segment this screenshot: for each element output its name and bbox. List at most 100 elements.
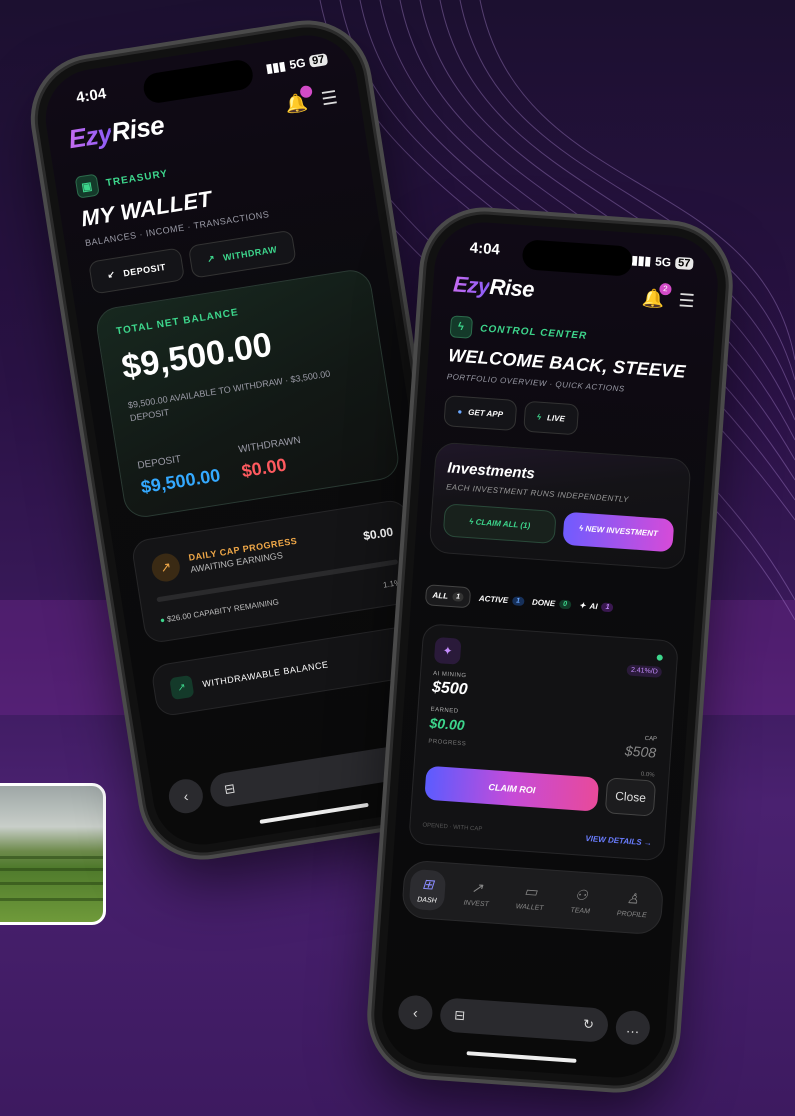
cap-label: CAP — [644, 735, 658, 743]
tab-label: WALLET — [515, 903, 544, 913]
home-indicator — [466, 1051, 577, 1063]
deposit-label: DEPOSIT — [122, 261, 167, 278]
filter-ai[interactable]: ✦ AI 1 — [578, 600, 614, 613]
new-investment-label: NEW INVESTMENT — [585, 524, 659, 539]
url-bar[interactable]: ⊟ ↻ — [439, 997, 610, 1043]
investment-filters: ALL 1 ACTIVE 1 DONE 0 ✦ AI 1 — [424, 584, 682, 623]
arrow-down-left-icon: ↙ — [106, 268, 117, 281]
battery-level: 97 — [308, 52, 329, 68]
cap-value: $508 — [624, 742, 657, 761]
cap-remaining: $26.00 CAPABITY REMAINING — [166, 597, 280, 624]
user-icon: ♙ — [626, 889, 640, 907]
menu-icon[interactable]: ☰ — [678, 290, 695, 312]
tab-team[interactable]: ⚇ TEAM — [562, 880, 600, 922]
tab-dash[interactable]: ⊞ DASH — [408, 868, 447, 912]
claim-all-button[interactable]: ϟ CLAIM ALL (1) — [442, 503, 557, 545]
grid-icon: ⊞ — [421, 875, 435, 893]
withdraw-button[interactable]: ↗ WITHDRAW — [187, 229, 297, 279]
tabs-icon: ⊟ — [453, 1007, 466, 1023]
cap-amount: $0.00 — [362, 524, 395, 544]
status-time: 4:04 — [469, 239, 501, 259]
new-investment-button[interactable]: ϟ NEW INVESTMENT — [562, 511, 675, 553]
claim-roi-button[interactable]: CLAIM ROI — [424, 765, 600, 812]
filter-active[interactable]: ACTIVE 1 — [478, 593, 525, 607]
filter-count: 1 — [601, 602, 614, 613]
bolt-icon: ϟ — [468, 517, 474, 527]
signal-icon: ▮▮▮ — [264, 58, 287, 76]
trend-up-icon: ↗ — [149, 551, 182, 584]
bottom-tab-bar: ⊞ DASH ↗ INVEST ▭ WALLET ⚇ TEAM ♙ PROFILE — [400, 859, 665, 936]
filter-count: 1 — [511, 596, 525, 607]
view-details-link[interactable]: VIEW DETAILS → — [585, 834, 652, 848]
trend-up-icon: ↗ — [169, 674, 195, 701]
reload-icon[interactable]: ↻ — [583, 1016, 595, 1033]
menu-icon[interactable]: ☰ — [320, 87, 339, 110]
home-indicator — [259, 802, 369, 824]
filter-label: AI — [589, 601, 598, 612]
browser-bar: ‹ ⊟ ↻ … — [397, 994, 651, 1046]
filter-count: 1 — [451, 592, 465, 602]
close-button[interactable]: Close — [605, 777, 657, 817]
users-icon: ⚇ — [574, 886, 589, 904]
back-icon[interactable]: ‹ — [397, 994, 434, 1031]
network-label: 5G — [654, 253, 672, 269]
investments-card: Investments EACH INVESTMENT RUNS INDEPEN… — [428, 441, 692, 571]
tab-label: DASH — [417, 896, 437, 905]
back-icon[interactable]: ‹ — [166, 776, 206, 816]
withdrawable-label: WITHDRAWABLE BALANCE — [201, 659, 330, 690]
tab-label: TEAM — [570, 907, 591, 916]
filter-label: ALL — [432, 590, 449, 601]
farm-field-photo — [0, 783, 106, 925]
tab-wallet[interactable]: ▭ WALLET — [507, 876, 554, 919]
dashboard-phone: 4:04 ▮▮▮ 5G 57 EzyRise 🔔 2 ☰ ϟ CONTROL CENTE… — [370, 210, 730, 1090]
filter-label: DONE — [531, 597, 556, 609]
tab-label: INVEST — [463, 899, 490, 909]
wallet-icon: ▣ — [74, 173, 100, 199]
daily-cap-card: ↗ DAILY CAP PROGRESS AWAITING EARNINGS $0… — [130, 498, 422, 645]
live-button[interactable]: ϟ LIVE — [522, 400, 579, 436]
network-label: 5G — [288, 55, 307, 72]
filter-all[interactable]: ALL 1 — [424, 584, 472, 609]
cap-suffix: 1.1% — [382, 577, 402, 590]
apple-icon: ● — [457, 406, 463, 417]
tab-invest[interactable]: ↗ INVEST — [455, 872, 499, 915]
logo-suffix: Rise — [488, 273, 535, 302]
filter-label: ACTIVE — [478, 593, 509, 605]
tab-profile[interactable]: ♙ PROFILE — [608, 883, 657, 926]
balance-card: TOTAL NET BALANCE $9,500.00 $9,500.00 AV… — [93, 267, 402, 521]
claim-all-label: CLAIM ALL (1) — [475, 517, 531, 531]
bell-icon[interactable]: 🔔 — [284, 84, 313, 116]
bolt-icon: ϟ — [578, 523, 584, 534]
card-footer-note: OPENED · WITH CAP — [422, 822, 483, 833]
deposit-button[interactable]: ↙ DEPOSIT — [88, 247, 186, 295]
wallet-icon: ▭ — [523, 882, 538, 900]
get-app-button[interactable]: ● GET APP — [443, 395, 518, 432]
bolt-icon: ϟ — [536, 412, 542, 422]
dashboard-screen: 4:04 ▮▮▮ 5G 57 EzyRise 🔔 2 ☰ ϟ CONTROL CENTE… — [378, 219, 722, 1081]
logo-prefix: Ezy — [66, 117, 114, 155]
get-app-label: GET APP — [467, 407, 504, 420]
balance-breakdown: DEPOSIT $9,500.00 WITHDRAWN $0.00 — [137, 423, 380, 498]
status-dot-icon: ● — [159, 615, 166, 626]
live-label: LIVE — [546, 413, 566, 424]
notification-count: 2 — [658, 282, 672, 296]
trend-up-icon: ↗ — [470, 879, 484, 896]
deposit-stat-value: $9,500.00 — [139, 465, 222, 498]
filter-count: 0 — [558, 599, 572, 610]
activity-icon: ϟ — [449, 315, 474, 339]
ai-icon: ✦ — [578, 600, 586, 611]
ai-icon: ✦ — [433, 636, 462, 665]
tab-label: PROFILE — [616, 910, 647, 920]
more-icon[interactable]: … — [614, 1009, 651, 1046]
bell-icon[interactable]: 🔔 2 — [642, 282, 672, 310]
cap-percent: 0.0% — [640, 771, 655, 779]
investment-card[interactable]: ✦ 2.41%/D AI MINING $500 EARNED $0.00 CA… — [408, 623, 679, 862]
app-logo[interactable]: EzyRise — [452, 271, 535, 303]
eyebrow-label: CONTROL CENTER — [479, 322, 588, 342]
battery-level: 57 — [674, 256, 694, 270]
filter-done[interactable]: DONE 0 — [532, 598, 572, 610]
logo-prefix: Ezy — [452, 271, 491, 299]
signal-icon: ▮▮▮ — [630, 252, 652, 268]
rate-badge: 2.41%/D — [626, 664, 663, 678]
arrow-up-right-icon: ↗ — [206, 253, 216, 265]
